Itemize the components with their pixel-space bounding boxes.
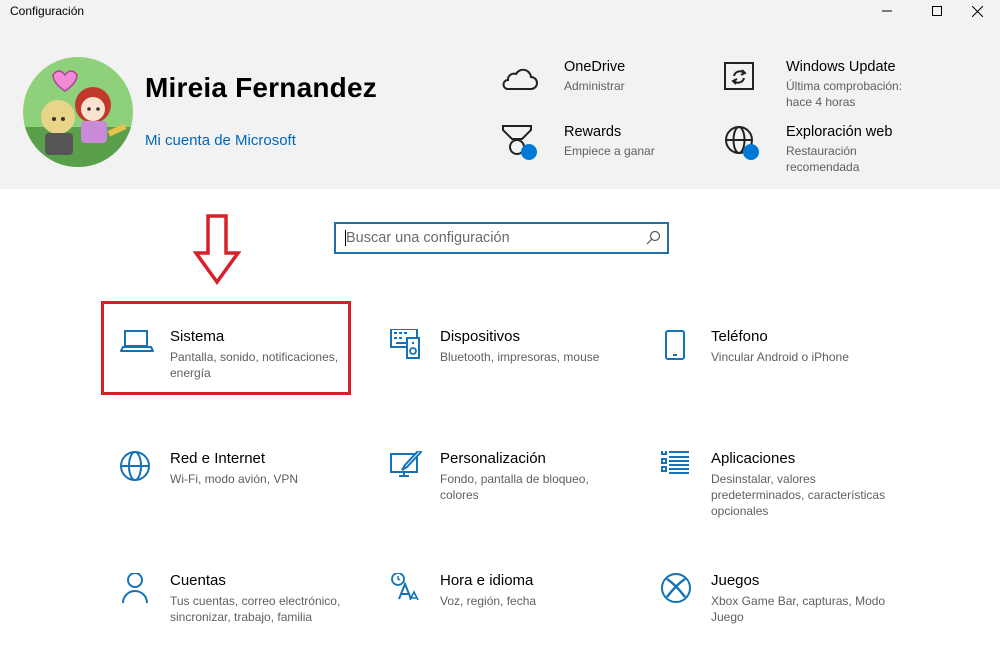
tile-juegos-title: Juegos — [711, 572, 760, 589]
tile-juegos-subtitle: Xbox Game Bar, capturas, Modo Juego — [711, 594, 886, 624]
tile-dispositivos-title: Dispositivos — [440, 328, 521, 345]
windows-update-title: Windows Update — [786, 59, 896, 75]
globe-icon — [120, 451, 150, 481]
person-icon — [122, 573, 148, 604]
search-input[interactable] — [336, 224, 646, 252]
tile-dispositivos-subtitle: Bluetooth, impresoras, mouse — [440, 350, 600, 364]
tile-red-subtitle: Wi-Fi, modo avión, VPN — [170, 472, 299, 486]
tile-aplicaciones-subtitle: Desinstalar, valores predeterminados, ca… — [711, 472, 886, 518]
text-caret — [345, 230, 346, 246]
phone-icon — [665, 330, 685, 360]
paint-icon — [390, 451, 423, 477]
medal-icon — [502, 125, 537, 160]
windows-update-subtitle: Última comprobación: hace 4 horas — [786, 79, 903, 109]
xbox-icon — [661, 573, 691, 603]
tile-hora-subtitle: Voz, región, fecha — [440, 594, 537, 608]
tile-cuentas-subtitle: Tus cuentas, correo electrónico, sincron… — [170, 594, 341, 624]
tile-telefono-title: Teléfono — [711, 328, 768, 345]
laptop-icon — [120, 330, 154, 352]
tile-personalizacion-title: Personalización — [440, 450, 546, 467]
tile-aplicaciones-title: Aplicaciones — [711, 450, 796, 467]
microsoft-account-link[interactable]: Mi cuenta de Microsoft — [145, 132, 296, 149]
header-panel: Mireia Fernandez Mi cuenta de Microsoft … — [0, 22, 1000, 189]
tile-cuentas-title: Cuentas — [170, 572, 226, 589]
close-icon — [971, 5, 983, 17]
tile-hora-title: Hora e idioma — [440, 572, 534, 589]
close-button[interactable] — [954, 0, 1000, 22]
globe-icon — [725, 126, 759, 160]
avatar[interactable] — [23, 57, 133, 167]
keyboard-speaker-icon — [390, 329, 420, 359]
cloud-icon — [502, 68, 538, 90]
window-title: Configuración — [10, 4, 85, 18]
tile-sistema-title: Sistema — [170, 328, 225, 345]
user-name: Mireia Fernandez — [145, 72, 377, 103]
web-browsing-title: Exploración web — [786, 124, 893, 140]
tile-personalizacion-subtitle: Fondo, pantalla de bloqueo, colores — [440, 472, 589, 502]
avatar-image — [23, 57, 133, 167]
tile-sistema-subtitle: Pantalla, sonido, notificaciones, energí… — [170, 350, 339, 380]
minimize-button[interactable] — [864, 0, 910, 22]
maximize-icon — [932, 6, 942, 16]
tile-red-title: Red e Internet — [170, 450, 266, 467]
sync-icon — [724, 62, 754, 90]
title-bar: Configuración — [0, 0, 1000, 22]
minimize-icon — [882, 10, 892, 12]
search-box[interactable] — [334, 222, 669, 254]
rewards-title: Rewards — [564, 124, 622, 140]
tile-telefono-subtitle: Vincular Android o iPhone — [711, 350, 849, 364]
search-icon[interactable] — [646, 230, 661, 245]
apps-list-icon — [661, 451, 689, 474]
web-browsing-subtitle: Restauración recomendada — [786, 144, 860, 174]
rewards-subtitle: Empiece a ganar — [564, 144, 655, 158]
time-language-icon — [391, 573, 419, 601]
onedrive-title: OneDrive — [564, 59, 626, 75]
red-down-arrow-annotation — [193, 214, 241, 285]
onedrive-subtitle: Administrar — [564, 79, 625, 93]
